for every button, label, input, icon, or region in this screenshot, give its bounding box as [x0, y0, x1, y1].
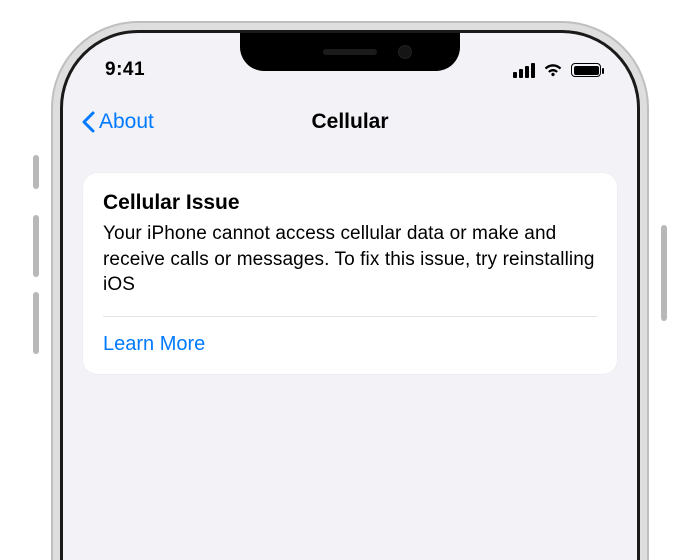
chevron-left-icon	[81, 111, 95, 133]
wifi-icon	[543, 63, 563, 77]
cellular-signal-icon	[513, 63, 535, 78]
back-button-label: About	[99, 110, 154, 134]
content-area: Cellular Issue Your iPhone cannot access…	[83, 173, 617, 374]
volume-switch	[33, 155, 39, 189]
status-icons	[513, 63, 601, 78]
card-body: Your iPhone cannot access cellular data …	[103, 221, 597, 316]
power-button	[661, 225, 667, 321]
battery-icon	[571, 63, 601, 77]
page-title: Cellular	[311, 110, 388, 134]
iphone-frame: 9:41 About Cellular	[60, 30, 640, 560]
volume-up-button	[33, 215, 39, 277]
navigation-bar: About Cellular	[63, 99, 637, 145]
cellular-issue-card: Cellular Issue Your iPhone cannot access…	[83, 173, 617, 374]
status-time: 9:41	[105, 59, 145, 81]
learn-more-link[interactable]: Learn More	[103, 317, 597, 374]
card-title: Cellular Issue	[103, 191, 597, 215]
status-bar: 9:41	[63, 33, 637, 85]
back-button[interactable]: About	[81, 99, 154, 145]
volume-down-button	[33, 292, 39, 354]
